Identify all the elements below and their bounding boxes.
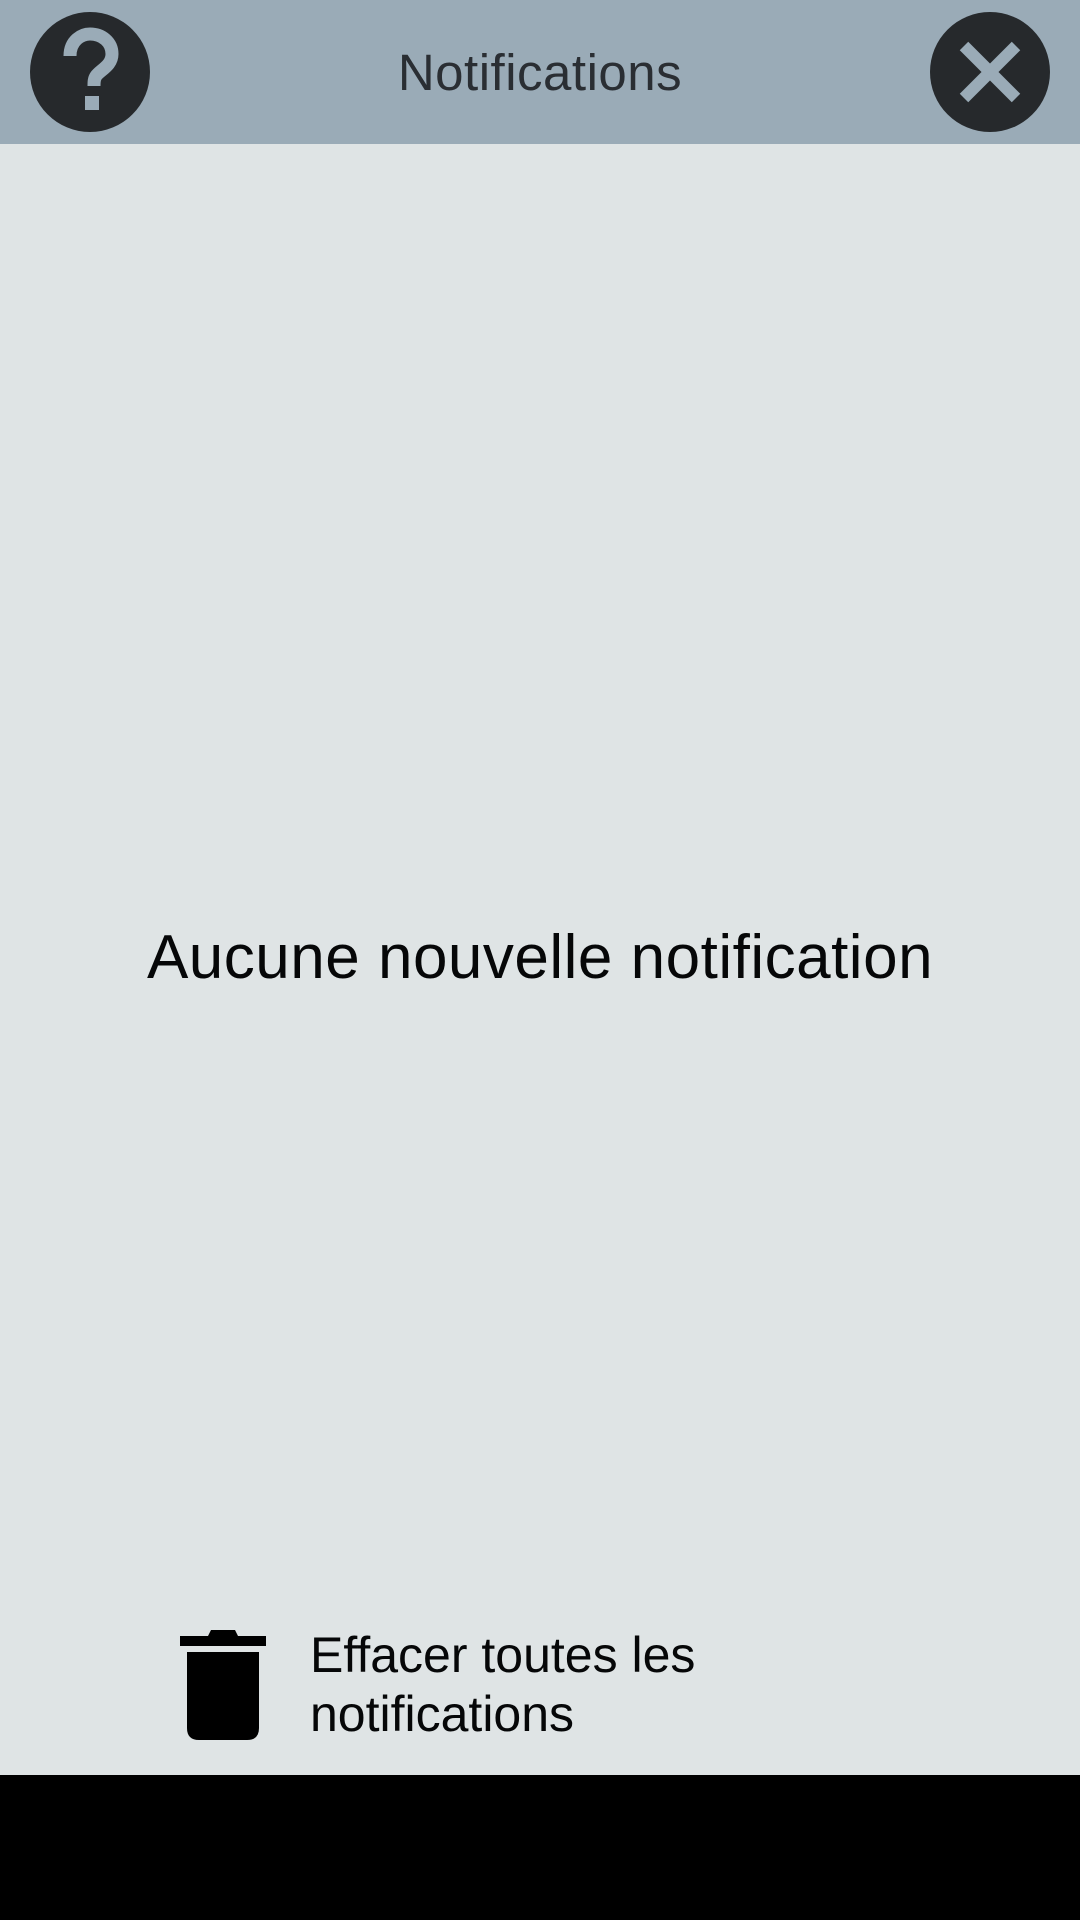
header-bar: Notifications [0, 0, 1080, 144]
clear-all-notifications-button[interactable]: Effacer toutes les notifications [170, 1618, 750, 1748]
close-icon [959, 41, 1021, 103]
close-button[interactable] [930, 12, 1050, 132]
page-title: Notifications [397, 44, 683, 101]
trash-icon [180, 1630, 266, 1740]
notifications-screen: Notifications Aucune nouvelle notificati… [0, 0, 1080, 1775]
system-navigation-bar [0, 1775, 1080, 1920]
question-mark-icon [63, 27, 119, 110]
help-button[interactable] [30, 12, 150, 132]
empty-state-message: Aucune nouvelle notification [146, 923, 934, 992]
clear-all-label: Effacer toutes les notifications [310, 1627, 696, 1742]
